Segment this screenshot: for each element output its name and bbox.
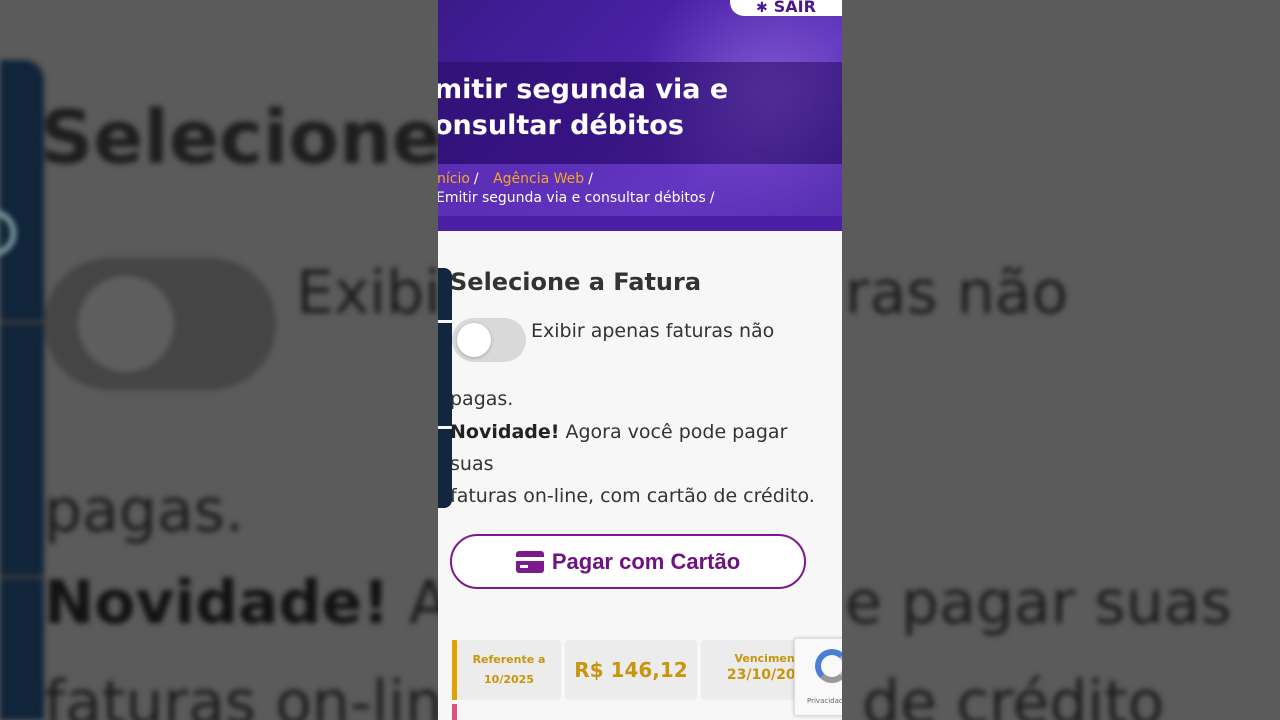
recaptcha-badge[interactable]: Privacidade (794, 638, 842, 716)
credit-card-icon (515, 550, 544, 573)
bg-novidade-bold: Novidade! (44, 568, 390, 638)
next-invoice-status-bar (452, 704, 457, 720)
gear-icon: ✱ (756, 0, 768, 16)
unpaid-only-toggle[interactable] (452, 318, 526, 362)
breadcrumb-separator: / (588, 171, 593, 187)
unpaid-filter-row: Exibir apenas faturas não (450, 318, 834, 364)
recaptcha-privacy-label: Privacidade (807, 697, 842, 705)
bg-line-credito: de crédito (862, 668, 1165, 720)
notice-line2: faturas on-line, com cartão de crédito. (450, 485, 815, 507)
pay-with-card-button[interactable]: Pagar com Cartão (450, 534, 806, 589)
bg-toggle (44, 258, 276, 390)
hero-bottom-bar (438, 216, 842, 231)
page-title-line2: onsultar débitos (438, 110, 684, 141)
breadcrumb: nício / Agência Web / Emitir segunda via e… (438, 170, 842, 208)
invoice-amount: R$ 146,12 (565, 640, 697, 700)
breadcrumb-separator: / (709, 190, 715, 206)
bg-toggle-text: Exibi (296, 258, 441, 328)
bg-line-faturas: faturas on-lin (44, 668, 443, 720)
invoice-ref-label: Referente a (472, 653, 546, 666)
breadcrumb-agency[interactable]: Agência Web (493, 171, 584, 187)
page-title: mitir segunda via e onsultar débitos (438, 72, 842, 144)
invoice-row[interactable]: Referente a 10/2025 R$ 146,12 Vencimento… (452, 640, 842, 700)
page-title-line1: mitir segunda via e (438, 74, 729, 105)
toggle-label-continued: pagas. (450, 388, 514, 410)
bg-divider (0, 320, 44, 324)
bg-line-right: e pagar suas (845, 568, 1232, 638)
notice-text: Novidade! Agora você pode pagar suas fat… (450, 416, 834, 512)
pay-button-label: Pagar com Cartão (551, 548, 741, 574)
breadcrumb-separator: / (473, 171, 479, 187)
breadcrumb-home[interactable]: nício (438, 171, 470, 187)
bg-title: Selecione (40, 95, 442, 181)
bg-toggle-text-right: ras não (845, 258, 1069, 328)
logout-button[interactable]: ✱ SAIR (730, 0, 842, 16)
recaptcha-icon (815, 649, 842, 683)
page-hero: ✱ SAIR mitir segunda via e onsultar débi… (438, 0, 842, 231)
toggle-knob (457, 323, 491, 357)
bg-line-pagas: pagas. (44, 476, 245, 546)
bg-side-strip (0, 60, 44, 720)
toggle-label: Exibir apenas faturas não (531, 320, 775, 342)
invoice-ref-period: 10/2025 (484, 673, 534, 686)
section-title: Selecione a Fatura (450, 268, 702, 296)
bg-divider (0, 575, 44, 579)
logout-label: SAIR (773, 0, 816, 16)
phone-screen: ✱ SAIR mitir segunda via e onsultar débi… (438, 0, 842, 720)
notice-bold: Novidade! (450, 421, 560, 443)
invoice-reference: Referente a 10/2025 (457, 640, 561, 700)
invoice-selection: Selecione a Fatura Exibir apenas faturas… (450, 268, 834, 589)
bg-line-novidade: Novidade! Ag (44, 568, 488, 638)
breadcrumb-current: Emitir segunda via e consultar débitos (438, 190, 706, 206)
